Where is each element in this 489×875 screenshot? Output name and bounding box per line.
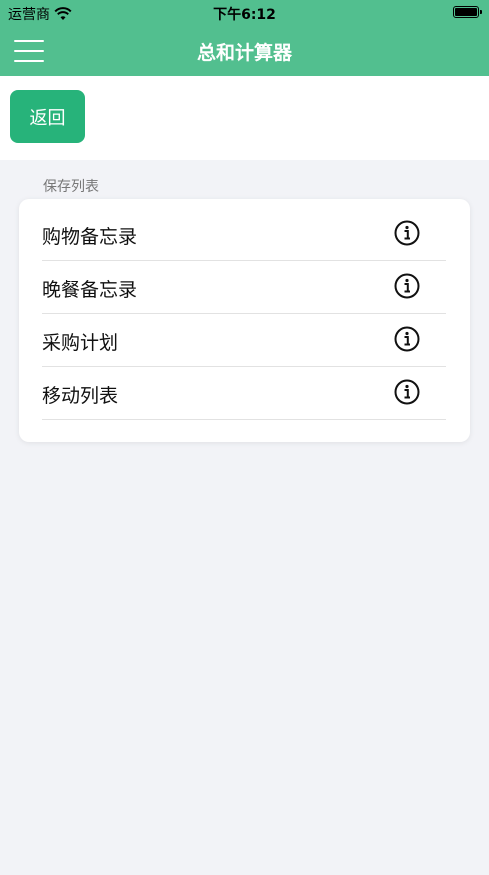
list-item-label: 晚餐备忘录	[42, 279, 138, 301]
info-icon[interactable]	[394, 326, 420, 352]
info-icon[interactable]	[394, 379, 420, 405]
back-button[interactable]: 返回	[10, 90, 85, 143]
list-item-label: 购物备忘录	[42, 226, 138, 248]
page-title: 总和计算器	[196, 42, 292, 64]
section-header: 保存列表	[43, 179, 99, 195]
status-time: 下午6:12	[213, 7, 276, 23]
saved-list: 购物备忘录 晚餐备忘录 采购计划 移动列表	[19, 199, 470, 442]
battery-icon	[453, 6, 482, 18]
info-icon[interactable]	[394, 220, 420, 246]
list-item[interactable]: 晚餐备忘录	[42, 261, 446, 314]
list-item-label: 移动列表	[42, 385, 119, 407]
toolbar: 返回	[0, 76, 489, 160]
info-icon[interactable]	[394, 273, 420, 299]
list-item[interactable]: 移动列表	[42, 367, 446, 420]
nav-bar: 总和计算器	[0, 26, 489, 76]
list-item-label: 采购计划	[42, 332, 119, 354]
list-item[interactable]: 购物备忘录	[42, 208, 446, 261]
list-item[interactable]: 采购计划	[42, 314, 446, 367]
status-bar: 运营商 下午6:12	[0, 0, 489, 26]
